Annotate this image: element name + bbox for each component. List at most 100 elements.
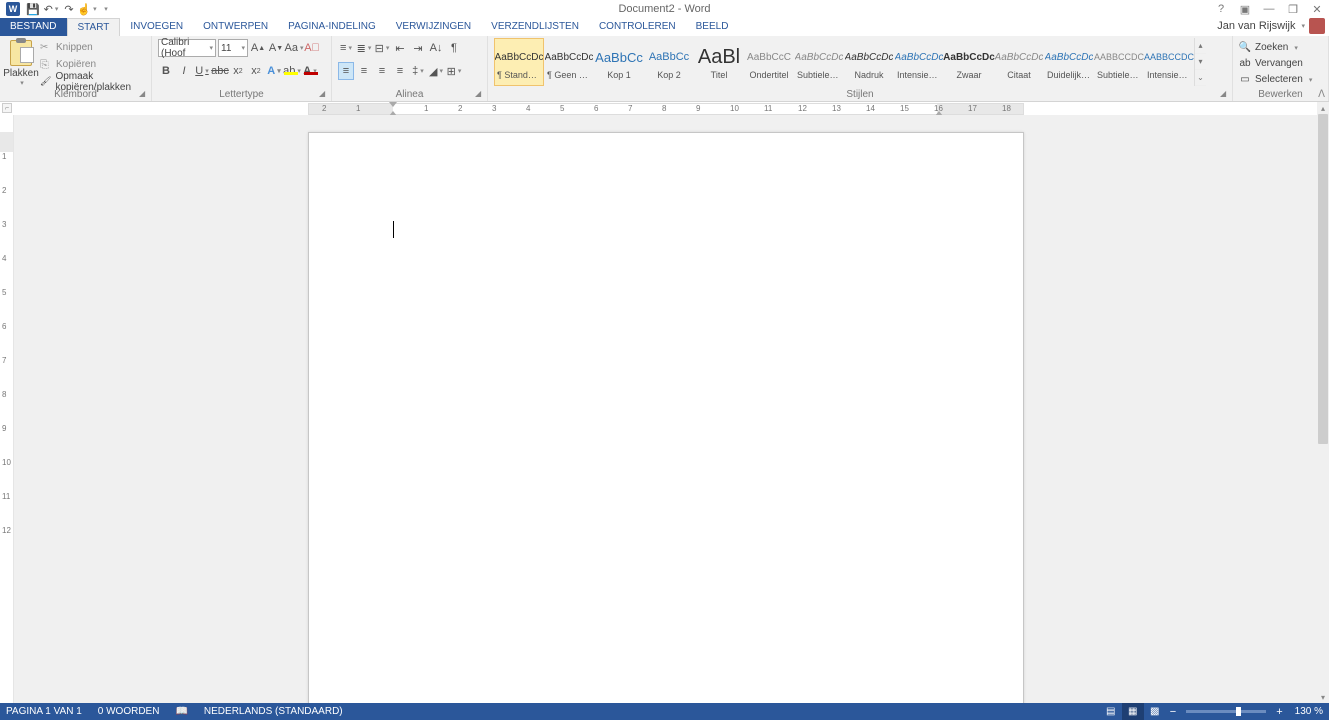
tab-pagina-indeling[interactable]: PAGINA-INDELING bbox=[278, 18, 386, 36]
paragraph-launcher[interactable]: ◢ bbox=[475, 89, 485, 99]
align-center-button[interactable]: ≡ bbox=[356, 62, 372, 80]
style-item[interactable]: AaBbCcDc¶ Standaard bbox=[494, 38, 544, 86]
tab-selector[interactable]: ⌐ bbox=[2, 103, 12, 113]
tab-file[interactable]: BESTAND bbox=[0, 18, 67, 36]
style-item[interactable]: AABBCCDCSubtiele v… bbox=[1094, 38, 1144, 86]
numbering-button[interactable]: ≣▾ bbox=[356, 39, 372, 57]
bold-button[interactable]: B bbox=[158, 62, 174, 80]
status-page[interactable]: PAGINA 1 VAN 1 bbox=[6, 706, 82, 717]
replace-button[interactable]: abVervangen bbox=[1239, 56, 1322, 71]
undo-button[interactable]: ↶▾ bbox=[42, 1, 60, 17]
print-layout-button[interactable]: ▦ bbox=[1122, 703, 1144, 720]
change-case-button[interactable]: Aa▾ bbox=[286, 39, 302, 57]
style-item[interactable]: AaBlTitel bbox=[694, 38, 744, 86]
grow-font-button[interactable]: A▲ bbox=[250, 39, 266, 57]
tab-controleren[interactable]: CONTROLEREN bbox=[589, 18, 686, 36]
help-button[interactable]: ? bbox=[1209, 0, 1233, 18]
scroll-up-button[interactable]: ▴ bbox=[1317, 102, 1329, 114]
styles-scroll-down[interactable]: ▾ bbox=[1195, 54, 1206, 70]
font-size-combo[interactable]: 11▾ bbox=[218, 39, 248, 57]
strikethrough-button[interactable]: abc bbox=[212, 62, 228, 80]
font-launcher[interactable]: ◢ bbox=[319, 89, 329, 99]
borders-button[interactable]: ⊞▾ bbox=[446, 62, 462, 80]
line-spacing-button[interactable]: ‡▾ bbox=[410, 62, 426, 80]
style-item[interactable]: AaBbCcCOndertitel bbox=[744, 38, 794, 86]
font-name-combo[interactable]: Calibri (Hoof▾ bbox=[158, 39, 216, 57]
restore-button[interactable]: ❐ bbox=[1281, 0, 1305, 18]
font-color-button[interactable]: A▾ bbox=[302, 62, 318, 80]
style-item[interactable]: AaBbCcDcDuidelijk c… bbox=[1044, 38, 1094, 86]
subscript-button[interactable]: x2 bbox=[230, 62, 246, 80]
word-app-icon[interactable]: W bbox=[6, 2, 20, 16]
style-item[interactable]: AaBbCcDcSubtiele b… bbox=[794, 38, 844, 86]
scroll-track[interactable] bbox=[1317, 114, 1329, 691]
scroll-down-button[interactable]: ▾ bbox=[1317, 691, 1329, 703]
collapse-ribbon-button[interactable]: ᐱ bbox=[1318, 89, 1325, 100]
style-item[interactable]: AaBbCcDcIntensieve… bbox=[894, 38, 944, 86]
status-words[interactable]: 0 WOORDEN bbox=[98, 706, 160, 717]
select-button[interactable]: ▭Selecteren▾ bbox=[1239, 72, 1322, 87]
underline-button[interactable]: U▾ bbox=[194, 62, 210, 80]
decrease-indent-button[interactable]: ⇤ bbox=[392, 39, 408, 57]
vertical-scrollbar[interactable]: ▴ ▾ bbox=[1317, 102, 1329, 703]
clear-formatting-button[interactable]: A⃠ bbox=[304, 39, 320, 57]
save-button[interactable]: 💾 bbox=[24, 1, 42, 17]
read-mode-button[interactable]: ▤ bbox=[1100, 703, 1122, 720]
style-item[interactable]: AaBbCcKop 1 bbox=[594, 38, 644, 86]
first-line-indent[interactable] bbox=[389, 102, 397, 107]
multilevel-list-button[interactable]: ⊟▾ bbox=[374, 39, 390, 57]
zoom-slider[interactable] bbox=[1186, 710, 1266, 713]
user-avatar[interactable] bbox=[1309, 18, 1325, 34]
zoom-out-button[interactable]: − bbox=[1166, 706, 1180, 718]
shading-button[interactable]: ◢▾ bbox=[428, 62, 444, 80]
scroll-thumb[interactable] bbox=[1318, 114, 1328, 444]
redo-button[interactable]: ↷ bbox=[60, 1, 78, 17]
highlight-color-button[interactable]: ab▾ bbox=[284, 62, 300, 80]
zoom-slider-thumb[interactable] bbox=[1236, 707, 1241, 716]
tab-beeld[interactable]: BEELD bbox=[686, 18, 739, 36]
styles-expand[interactable]: ⌄ bbox=[1195, 70, 1206, 86]
web-layout-button[interactable]: ▩ bbox=[1144, 703, 1166, 720]
zoom-level[interactable]: 130 % bbox=[1295, 706, 1323, 717]
align-left-button[interactable]: ≡ bbox=[338, 62, 354, 80]
tab-start[interactable]: START bbox=[67, 18, 121, 36]
styles-scroll-up[interactable]: ▴ bbox=[1195, 38, 1206, 54]
zoom-in-button[interactable]: + bbox=[1272, 706, 1286, 718]
style-item[interactable]: AaBbCcDcZwaar bbox=[944, 38, 994, 86]
show-marks-button[interactable]: ¶ bbox=[446, 39, 462, 57]
horizontal-ruler[interactable]: 21123456789101112131415161718 bbox=[308, 103, 1024, 115]
close-button[interactable]: ✕ bbox=[1305, 0, 1329, 18]
justify-button[interactable]: ≡ bbox=[392, 62, 408, 80]
tab-verwijzingen[interactable]: VERWIJZINGEN bbox=[386, 18, 481, 36]
align-right-button[interactable]: ≡ bbox=[374, 62, 390, 80]
paste-button[interactable]: Plakken ▾ bbox=[6, 38, 36, 89]
style-item[interactable]: AABBCCDCIntensieve… bbox=[1144, 38, 1194, 86]
bullets-button[interactable]: ≡▾ bbox=[338, 39, 354, 57]
page[interactable] bbox=[308, 132, 1024, 703]
ribbon-display-button[interactable]: ▣ bbox=[1233, 0, 1257, 18]
tab-verzendlijsten[interactable]: VERZENDLIJSTEN bbox=[481, 18, 589, 36]
status-proofing-icon[interactable]: 📖 bbox=[175, 706, 187, 717]
text-effects-button[interactable]: A▾ bbox=[266, 62, 282, 80]
style-item[interactable]: AaBbCcDc¶ Geen afs… bbox=[544, 38, 594, 86]
style-item[interactable]: AaBbCcDcCitaat bbox=[994, 38, 1044, 86]
status-language[interactable]: NEDERLANDS (STANDAARD) bbox=[204, 706, 343, 717]
format-painter-button[interactable]: Opmaak kopiëren/plakken bbox=[40, 74, 145, 89]
user-area[interactable]: Jan van Rijswijk ▾ bbox=[1217, 18, 1325, 34]
touch-mode-button[interactable]: ☝▾ bbox=[78, 1, 96, 17]
style-item[interactable]: AaBbCcDcNadruk bbox=[844, 38, 894, 86]
shrink-font-button[interactable]: A▼ bbox=[268, 39, 284, 57]
clipboard-launcher[interactable]: ◢ bbox=[139, 89, 149, 99]
cut-button[interactable]: Knippen bbox=[40, 40, 145, 55]
find-button[interactable]: 🔍Zoeken▾ bbox=[1239, 40, 1322, 55]
styles-launcher[interactable]: ◢ bbox=[1220, 89, 1230, 99]
vertical-ruler[interactable]: 123456789101112 bbox=[0, 115, 14, 703]
tab-invoegen[interactable]: INVOEGEN bbox=[120, 18, 193, 36]
customize-qat-button[interactable]: ▾ bbox=[96, 1, 114, 17]
italic-button[interactable]: I bbox=[176, 62, 192, 80]
style-item[interactable]: AaBbCcKop 2 bbox=[644, 38, 694, 86]
increase-indent-button[interactable]: ⇥ bbox=[410, 39, 426, 57]
minimize-button[interactable]: — bbox=[1257, 0, 1281, 18]
superscript-button[interactable]: x2 bbox=[248, 62, 264, 80]
tab-ontwerpen[interactable]: ONTWERPEN bbox=[193, 18, 278, 36]
